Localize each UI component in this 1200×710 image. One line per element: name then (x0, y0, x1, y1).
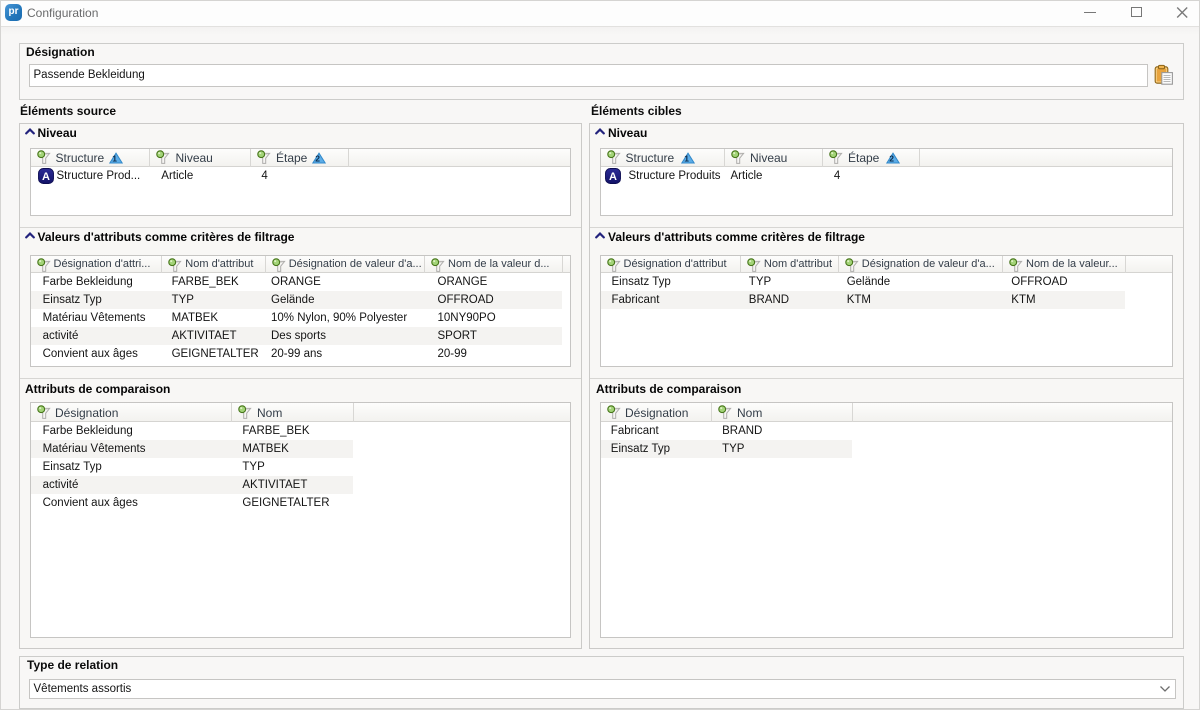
svg-text:A: A (609, 171, 617, 183)
svg-text:1: 1 (112, 153, 117, 163)
svg-text:A: A (42, 171, 50, 183)
svg-text:1: 1 (684, 153, 689, 163)
svg-text:2: 2 (315, 153, 320, 163)
svg-text:2: 2 (889, 153, 894, 163)
